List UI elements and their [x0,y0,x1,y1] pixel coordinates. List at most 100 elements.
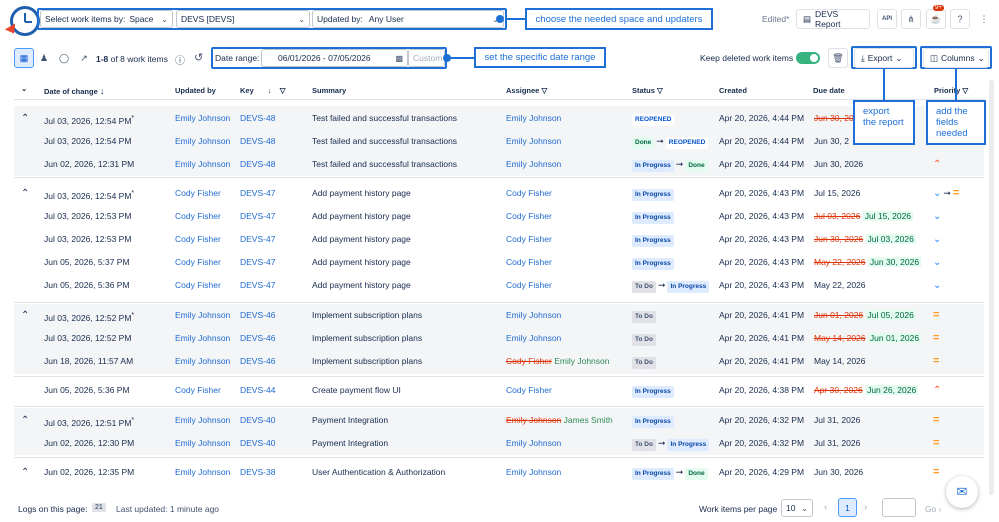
col-date[interactable]: Date of change ↓ [44,86,104,96]
per-page-select[interactable]: 10 ⌄ [781,499,813,517]
table-row[interactable]: Jul 03, 2026, 12:53 PM Cody Fisher DEVS-… [14,228,984,251]
go-button[interactable]: Go › [925,504,942,514]
row-assignee[interactable]: Cody Fisher [506,228,552,251]
row-key[interactable]: DEVS-40 [240,409,275,432]
table-row[interactable]: ⌃ Jun 02, 2026, 12:35 PM Emily Johnson D… [14,461,984,484]
info-icon[interactable]: ⓘ [175,52,185,67]
row-updated-by[interactable]: Cody Fisher [175,251,221,274]
collapse-icon[interactable]: ⌃ [21,182,29,205]
row-key[interactable]: DEVS-48 [240,107,275,130]
row-assignee[interactable]: Emily Johnson [506,327,561,350]
table-view-icon[interactable]: ▦ [14,48,34,68]
row-key[interactable]: DEVS-46 [240,350,275,373]
api-button[interactable]: API [877,9,897,29]
row-assignee[interactable]: Emily Johnson [506,130,561,153]
col-summary[interactable]: Summary [312,86,346,95]
more-menu-icon[interactable]: ⋮ [974,9,994,29]
collapse-icon[interactable]: ⌃ [21,409,29,432]
trash-icon[interactable]: 🗑 [828,48,848,68]
chart-view-icon[interactable]: ↗ [74,48,94,68]
table-row[interactable]: Jul 03, 2026, 12:53 PM Cody Fisher DEVS-… [14,205,984,228]
row-updated-by[interactable]: Emily Johnson [175,350,230,373]
scrollbar[interactable] [989,80,994,495]
col-key[interactable]: Key ↓ ▽ [240,86,285,95]
page-button-current[interactable]: 1 [838,498,857,517]
row-assignee[interactable]: Cody Fisher [506,251,552,274]
help-icon[interactable]: ? [950,9,970,29]
col-status[interactable]: Status ▽ [632,86,663,95]
custom-range-input[interactable]: Custom [408,49,445,67]
table-row[interactable]: Jun 05, 2026, 5:36 PM Cody Fisher DEVS-4… [14,379,984,402]
table-row[interactable]: ⌃ Jul 03, 2026, 12:54 PM* Emily Johnson … [14,107,984,130]
table-row[interactable]: ⌃ Jul 03, 2026, 12:54 PM* Cody Fisher DE… [14,182,984,205]
row-key[interactable]: DEVS-38 [240,461,275,484]
keep-deleted-toggle[interactable] [796,52,820,64]
row-key[interactable]: DEVS-47 [240,274,275,297]
row-assignee[interactable]: Emily Johnson [506,461,561,484]
row-updated-by[interactable]: Emily Johnson [175,432,230,455]
row-updated-by[interactable]: Emily Johnson [175,461,230,484]
row-key[interactable]: DEVS-47 [240,228,275,251]
row-key[interactable]: DEVS-40 [240,432,275,455]
export-button[interactable]: ⤓ Export ⌄ [854,48,914,68]
table-row[interactable]: Jun 02, 2026, 12:30 PM Emily Johnson DEV… [14,432,984,455]
row-updated-by[interactable]: Cody Fisher [175,182,221,205]
table-row[interactable]: Jun 05, 2026, 5:37 PM Cody Fisher DEVS-4… [14,251,984,274]
row-key[interactable]: DEVS-44 [240,379,275,402]
col-priority[interactable]: Priority ▽ [934,86,968,95]
row-updated-by[interactable]: Emily Johnson [175,409,230,432]
row-updated-by[interactable]: Emily Johnson [175,304,230,327]
row-assignee[interactable]: Emily Johnson [506,432,561,455]
share-icon[interactable]: ⋔ [901,9,921,29]
row-key[interactable]: DEVS-48 [240,153,275,176]
users-view-icon[interactable]: ♟ [34,48,54,68]
devs-report-button[interactable]: ▤ DEVS Report [796,9,870,29]
row-key[interactable]: DEVS-47 [240,205,275,228]
page-number-input[interactable] [882,498,916,517]
columns-button[interactable]: ◫ Columns ⌄ [923,48,989,68]
col-created[interactable]: Created [719,86,747,95]
row-updated-by[interactable]: Emily Johnson [175,153,230,176]
row-assignee[interactable]: Emily Johnson [506,153,561,176]
row-updated-by[interactable]: Emily Johnson [175,327,230,350]
row-updated-by[interactable]: Cody Fisher [175,205,221,228]
row-assignee[interactable]: Cody Fisher [506,274,552,297]
row-updated-by[interactable]: Cody Fisher [175,228,221,251]
chat-support-icon[interactable]: ✉ [946,476,978,508]
collapse-icon[interactable]: ⌃ [21,107,29,130]
row-key[interactable]: DEVS-47 [240,182,275,205]
row-key[interactable]: DEVS-46 [240,327,275,350]
table-row[interactable]: Jun 05, 2026, 5:36 PM Cody Fisher DEVS-4… [14,274,984,297]
bell-icon[interactable]: ☕ [926,9,946,29]
row-assignee[interactable]: Emily Johnson [506,107,561,130]
row-assignee[interactable]: Emily Johnson [506,304,561,327]
table-row[interactable]: ⌃ Jul 03, 2026, 12:51 PM* Emily Johnson … [14,409,984,432]
space-select[interactable]: DEVS [DEVS] ⌄ [176,10,310,28]
next-page-icon[interactable]: › [864,502,867,513]
refresh-icon[interactable]: ↺ [194,51,203,64]
prev-page-icon[interactable]: ‹ [824,502,827,513]
col-due-date[interactable]: Due date [813,86,845,95]
date-range-input[interactable]: 06/01/2026 - 07/05/2026 ▩ [261,49,408,67]
collapse-icon[interactable]: ⌃ [21,304,29,327]
table-row[interactable]: Jun 02, 2026, 12:31 PM Emily Johnson DEV… [14,153,984,176]
col-updated-by[interactable]: Updated by [175,86,216,95]
table-row[interactable]: ⌃ Jul 03, 2026, 12:52 PM* Emily Johnson … [14,304,984,327]
row-updated-by[interactable]: Emily Johnson [175,130,230,153]
updated-by-select[interactable]: Updated by: Any User ⌄ [312,10,504,28]
row-assignee[interactable]: Cody Fisher [506,182,552,205]
collapse-all-icon[interactable]: ⌄ [21,84,27,93]
table-row[interactable]: Jul 03, 2026, 12:52 PM Emily Johnson DEV… [14,327,984,350]
space-type-select[interactable]: Select work items by: Space ⌄ [40,10,173,28]
row-updated-by[interactable]: Emily Johnson [175,107,230,130]
row-key[interactable]: DEVS-47 [240,251,275,274]
shield-icon[interactable]: ◯ [54,48,74,68]
table-row[interactable]: Jun 18, 2026, 11:57 AM Emily Johnson DEV… [14,350,984,373]
col-assignee[interactable]: Assignee ▽ [506,86,547,95]
row-updated-by[interactable]: Cody Fisher [175,274,221,297]
row-assignee[interactable]: Cody Fisher [506,379,552,402]
collapse-icon[interactable]: ⌃ [21,461,29,484]
row-key[interactable]: DEVS-48 [240,130,275,153]
row-key[interactable]: DEVS-46 [240,304,275,327]
row-updated-by[interactable]: Cody Fisher [175,379,221,402]
